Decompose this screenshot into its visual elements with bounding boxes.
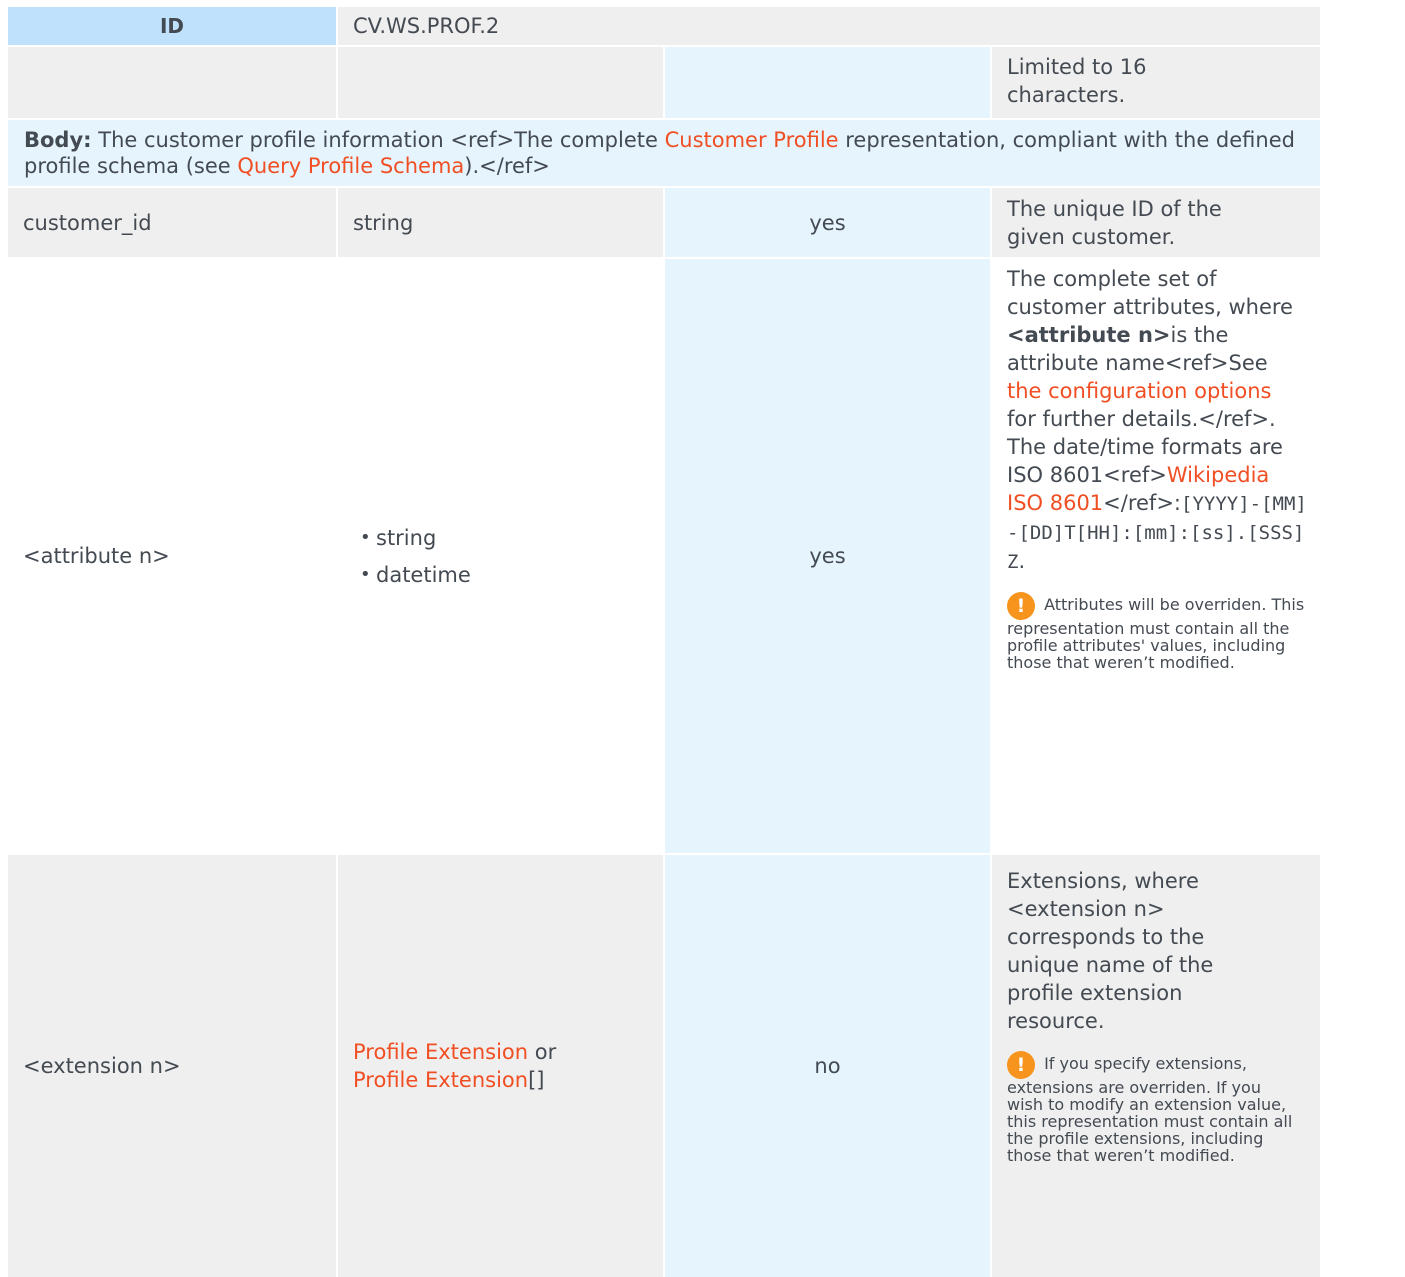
param-description-cell: The complete set of customer attributes,…	[992, 259, 1320, 853]
param-mandatory: no	[814, 1054, 841, 1078]
type-item: datetime	[354, 561, 471, 589]
param-mandatory-cell: no	[665, 855, 990, 1277]
id-label: ID	[159, 14, 185, 38]
configuration-options-link[interactable]: the configuration options	[1007, 379, 1271, 403]
empty-cell	[8, 47, 336, 118]
body-label: Body:	[24, 128, 92, 152]
param-type: string	[353, 210, 414, 235]
body-description: Body: The customer profile information <…	[8, 120, 1320, 179]
description-text: The complete set of customer attributes,…	[1007, 267, 1293, 319]
param-name: customer_id	[23, 210, 152, 235]
param-description: The unique ID of the given customer.	[1007, 196, 1222, 249]
profile-extension-link[interactable]: Profile Extension	[353, 1040, 528, 1064]
param-mandatory-cell: yes	[665, 188, 990, 257]
warning-icon: !	[1007, 592, 1035, 620]
param-mandatory: yes	[809, 210, 846, 235]
param-type-cell: string datetime	[338, 259, 663, 853]
description-text: .	[1018, 549, 1026, 573]
limit-row: Limited to 16 characters.	[8, 47, 1320, 118]
warning-text: If you specify extensions, extensions ar…	[1007, 1054, 1293, 1165]
description-bold: <attribute n>	[1007, 323, 1171, 347]
type-list: string datetime	[354, 515, 471, 598]
param-description-cell: The unique ID of the given customer.	[992, 188, 1320, 257]
attribute-warning: ! Attributes will be overriden. This rep…	[1007, 592, 1307, 671]
id-row: ID CV.WS.PROF.2	[8, 7, 1320, 45]
table-row: <extension n> Profile Extension or Profi…	[8, 855, 1320, 1277]
type-item: string	[354, 524, 471, 552]
type-text: or	[528, 1040, 557, 1064]
param-type-cell: string	[338, 188, 663, 257]
table-row: <attribute n> string datetime yes The co…	[8, 259, 1320, 853]
param-mandatory: yes	[809, 544, 846, 568]
param-type-cell: Profile Extension or Profile Extension[]	[338, 855, 663, 1277]
id-value-cell: CV.WS.PROF.2	[338, 7, 1320, 45]
empty-cell	[665, 47, 990, 118]
param-name: <attribute n>	[23, 544, 170, 568]
param-type: Profile Extension or Profile Extension[]	[353, 1038, 556, 1094]
profile-extension-array-link[interactable]: Profile Extension	[353, 1068, 528, 1092]
customer-profile-link[interactable]: Customer Profile	[665, 128, 839, 152]
param-description: The complete set of customer attributes,…	[1007, 265, 1307, 576]
table-row: customer_id string yes The unique ID of …	[8, 188, 1320, 257]
type-suffix: []	[528, 1068, 545, 1092]
body-text: The customer profile information <ref>Th…	[91, 128, 665, 152]
id-value: CV.WS.PROF.2	[353, 14, 500, 38]
description-text: </ref>:	[1103, 491, 1181, 515]
param-description-cell: Extensions, where <extension n> correspo…	[992, 855, 1320, 1277]
id-label-cell: ID	[8, 7, 336, 45]
param-name-cell: <extension n>	[8, 855, 336, 1277]
limit-note-cell: Limited to 16 characters.	[992, 47, 1320, 118]
body-text: ).</ref>	[464, 154, 550, 178]
param-name-cell: customer_id	[8, 188, 336, 257]
warning-icon: !	[1007, 1051, 1035, 1079]
limit-note: Limited to 16 characters.	[1007, 55, 1147, 107]
body-row: Body: The customer profile information <…	[8, 120, 1320, 186]
param-mandatory-cell: yes	[665, 259, 990, 853]
param-name-cell: <attribute n>	[8, 259, 336, 853]
param-name: <extension n>	[23, 1054, 181, 1078]
extension-warning: ! If you specify extensions, extensions …	[1007, 1051, 1297, 1164]
param-description: Extensions, where <extension n> correspo…	[1007, 869, 1214, 1033]
empty-cell	[338, 47, 663, 118]
query-profile-schema-link[interactable]: Query Profile Schema	[237, 154, 464, 178]
warning-text: Attributes will be overriden. This repre…	[1007, 595, 1305, 672]
